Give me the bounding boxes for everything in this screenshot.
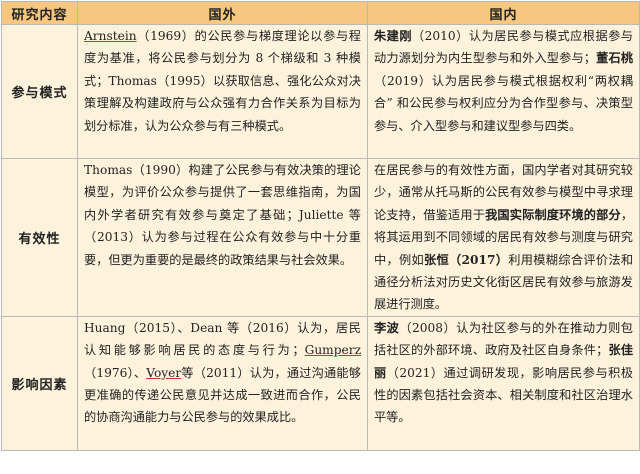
cell-domestic-participation-mode: 朱建刚（2010）认为居民参与模式应根据参与动力源划分为内生型参与和外入型参与；…	[367, 24, 640, 159]
cell-text: Thomas（1990）构建了公民参与有效决策的理论模型，为评价公众参与提供了一…	[84, 163, 361, 267]
bold-author: 李波	[374, 320, 400, 335]
cell-domestic-effectiveness: 在居民参与的有效性方面，国内学者对其研究较少，通常从托马斯的公民有效参与模型中寻…	[367, 158, 640, 317]
cell-foreign-participation-mode: Arnstein（1969）的公民参与梯度理论以参与程度为基准，将公民参与划分为…	[77, 24, 368, 159]
comparison-table: 研究内容 国外 国内 参与模式 Arnstein（1969）的公民参与梯度理论以…	[1, 1, 640, 451]
cell-text: （2008）认为社区参与的外在推动力则包括社区的外部环境、政府及社区自身条件；	[374, 320, 633, 358]
bold-author: 张恒（2017）	[424, 252, 509, 267]
bold-author: 朱建刚	[374, 29, 412, 43]
row-label-influencing-factors: 影响因素	[1, 315, 78, 451]
bold-phrase: 我国实际制度环境的部分	[485, 207, 621, 222]
underlined-author: Voyer	[146, 365, 182, 380]
row-label-effectiveness: 有效性	[1, 158, 78, 317]
cell-text: （2021）通过调研发现，影响居民参与积极性的因素包括社会资本、相关制度和社区治…	[374, 365, 633, 425]
header-domestic: 国内	[367, 1, 640, 25]
underlined-author: Gumperz	[304, 343, 361, 358]
bold-author: 董石桃	[595, 51, 634, 66]
underlined-author: Arnstein	[84, 29, 137, 43]
cell-text: （1969）的公民参与梯度理论以参与程度为基准，将公民参与划分为 8 个梯级和 …	[84, 29, 361, 133]
row-influencing-factors: 影响因素 Huang（2015）、Dean 等（2016）认为，居民认知能够影响…	[1, 315, 640, 451]
cell-foreign-effectiveness: Thomas（1990）构建了公民参与有效决策的理论模型，为评价公众参与提供了一…	[77, 158, 368, 317]
row-label-participation-mode: 参与模式	[1, 24, 78, 159]
header-row: 研究内容 国外 国内	[1, 1, 640, 25]
cell-domestic-influencing-factors: 李波（2008）认为社区参与的外在推动力则包括社区的外部环境、政府及社区自身条件…	[367, 315, 640, 451]
cell-text: （1976）、	[84, 365, 147, 380]
cell-foreign-influencing-factors: Huang（2015）、Dean 等（2016）认为，居民认知能够影响居民的态度…	[77, 315, 368, 451]
cell-text: （2010）认为居民参与模式应根据参与动力源划分为内生型参与和外入型参与；	[374, 29, 633, 66]
header-foreign: 国外	[77, 1, 368, 25]
row-effectiveness: 有效性 Thomas（1990）构建了公民参与有效决策的理论模型，为评价公众参与…	[1, 158, 640, 317]
cell-text: （2019）认为居民参与模式根据权利“两权耦合” 和公民参与权利应分为合作型参与…	[374, 73, 633, 133]
header-research-content: 研究内容	[1, 1, 78, 25]
row-participation-mode: 参与模式 Arnstein（1969）的公民参与梯度理论以参与程度为基准，将公民…	[1, 24, 640, 159]
